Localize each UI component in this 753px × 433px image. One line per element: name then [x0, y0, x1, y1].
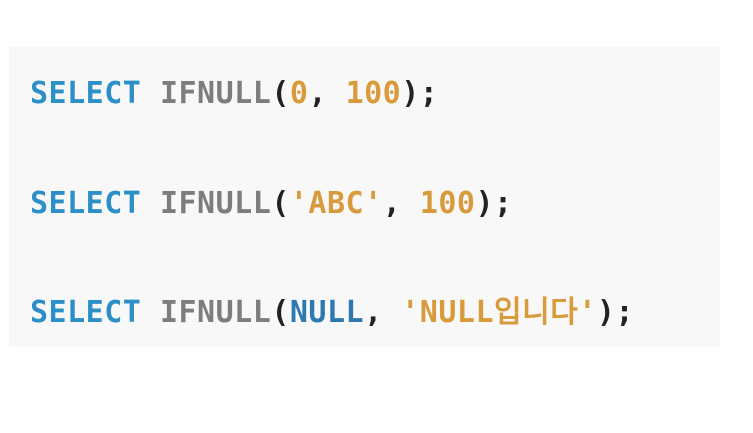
numeric-literal: 100: [345, 76, 402, 111]
sql-null-keyword: NULL: [289, 295, 365, 330]
sql-keyword-select: SELECT: [30, 76, 142, 111]
sql-function-ifnull: IFNULL: [159, 76, 272, 111]
string-literal: 'NULL입니다': [401, 295, 597, 330]
statement-terminator: );: [475, 186, 513, 221]
comma: ,: [382, 186, 420, 221]
sql-keyword-select: SELECT: [30, 295, 142, 330]
code-line: SELECT IFNULL('ABC', 100);: [30, 184, 513, 224]
numeric-literal: 0: [289, 76, 309, 111]
open-paren: (: [271, 76, 290, 111]
comma: ,: [364, 295, 402, 330]
comma: ,: [308, 76, 346, 111]
code-line: SELECT IFNULL(NULL, 'NULL입니다');: [30, 293, 634, 333]
sql-keyword-select: SELECT: [30, 186, 142, 221]
sql-function-ifnull: IFNULL: [159, 186, 272, 221]
open-paren: (: [271, 295, 290, 330]
statement-terminator: );: [596, 295, 635, 330]
string-literal: 'ABC': [289, 186, 383, 221]
numeric-literal: 100: [419, 186, 476, 221]
open-paren: (: [271, 186, 290, 221]
code-line: SELECT IFNULL(0, 100);: [30, 74, 438, 114]
statement-terminator: );: [401, 76, 439, 111]
sql-function-ifnull: IFNULL: [159, 295, 272, 330]
code-block: SELECT IFNULL(0, 100); SELECT IFNULL('AB…: [9, 47, 720, 347]
